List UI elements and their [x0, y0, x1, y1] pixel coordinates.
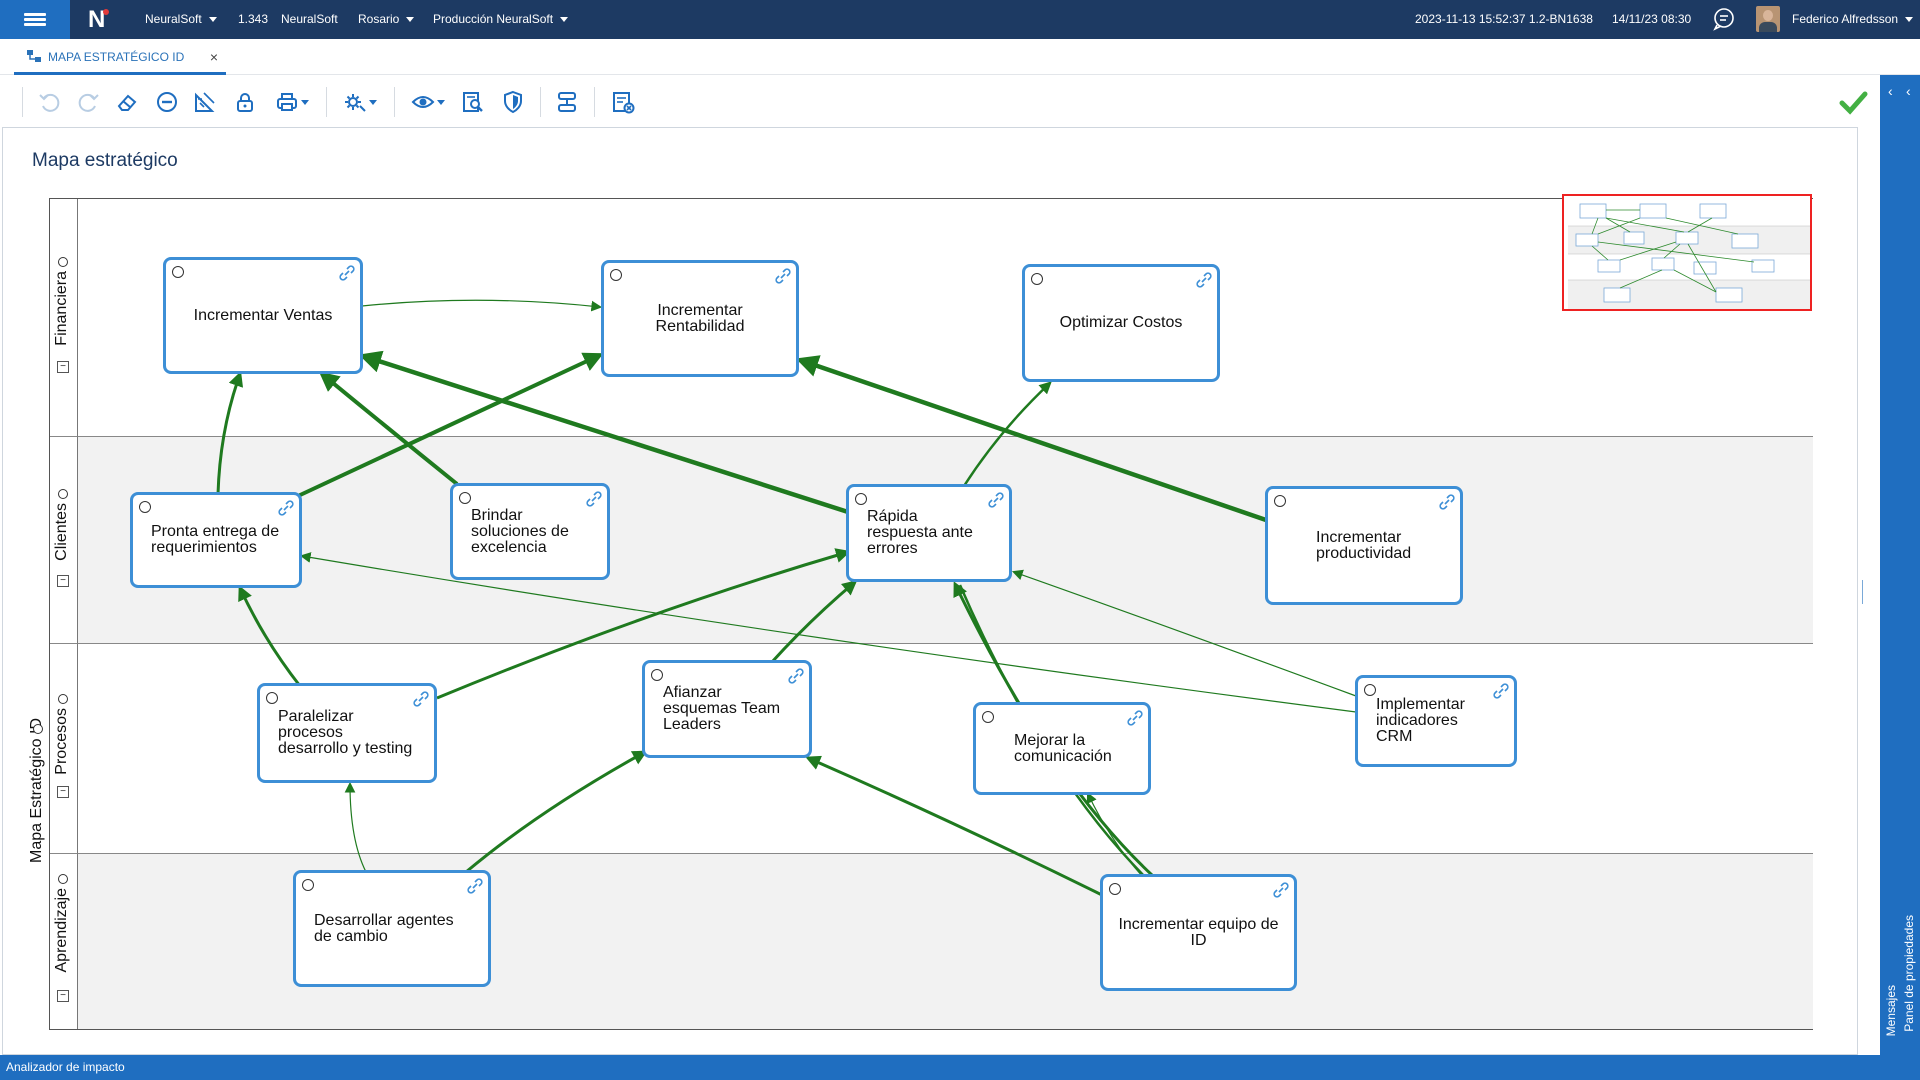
connector[interactable] — [361, 299, 603, 312]
node-circle[interactable] — [302, 879, 314, 891]
node-pronta-entrega[interactable]: Pronta entrega de requerimientos — [130, 492, 302, 588]
node-desarrollar-agentes[interactable]: Desarrollar agentes de cambio — [293, 870, 491, 987]
connector[interactable] — [465, 750, 648, 874]
node-circle[interactable] — [139, 501, 151, 513]
connector[interactable] — [297, 352, 604, 498]
node-incrementar-ventas[interactable]: Incrementar Ventas — [163, 257, 363, 374]
link-icon[interactable] — [775, 268, 791, 284]
link-icon[interactable] — [1273, 882, 1289, 898]
node-paralelizar-procesos[interactable]: Paralelizar procesos desarrollo y testin… — [257, 683, 437, 783]
node-circle[interactable] — [1109, 883, 1121, 895]
link-icon[interactable] — [586, 491, 602, 507]
connector[interactable] — [216, 371, 244, 495]
impact-analyzer-button[interactable]: Analizador de impacto — [6, 1060, 125, 1074]
status-bar: Analizador de impacto — [0, 1055, 1920, 1080]
node-circle[interactable] — [1031, 273, 1043, 285]
link-icon[interactable] — [1439, 494, 1455, 510]
node-rapida-respuesta[interactable]: Rápida respuesta ante errores — [846, 484, 1012, 582]
node-optimizar-costos[interactable]: Optimizar Costos — [1022, 264, 1220, 382]
link-icon[interactable] — [413, 691, 429, 707]
link-icon[interactable] — [467, 878, 483, 894]
connector[interactable] — [318, 371, 459, 486]
node-implementar-indicadores[interactable]: Implementar indicadores CRM — [1355, 675, 1517, 767]
minimap-preview — [1568, 203, 1810, 309]
node-circle[interactable] — [982, 711, 994, 723]
node-circle[interactable] — [266, 692, 278, 704]
node-incrementar-productividad[interactable]: Incrementar productividad — [1265, 486, 1463, 605]
node-brindar-soluciones[interactable]: Brindar soluciones de excelencia — [450, 483, 610, 580]
link-icon[interactable] — [278, 500, 294, 516]
node-circle[interactable] — [651, 669, 663, 681]
node-afianzar-esquemas[interactable]: Afianzar esquemas Team Leaders — [642, 660, 812, 758]
node-circle[interactable] — [610, 269, 622, 281]
node-circle[interactable] — [1364, 684, 1376, 696]
connector[interactable] — [238, 585, 302, 687]
node-circle[interactable] — [459, 492, 471, 504]
connector[interactable] — [770, 580, 858, 664]
link-icon[interactable] — [1196, 272, 1212, 288]
node-incrementar-equipo[interactable]: Incrementar equipo de ID — [1100, 874, 1297, 991]
link-icon[interactable] — [988, 492, 1004, 508]
connector[interactable] — [962, 381, 1052, 487]
connector[interactable] — [344, 781, 367, 873]
minimap[interactable] — [1562, 194, 1812, 311]
node-mejorar-comunicacion[interactable]: Mejorar la comunicación — [973, 702, 1151, 795]
node-circle[interactable] — [172, 266, 184, 278]
link-icon[interactable] — [339, 265, 355, 281]
node-circle[interactable] — [1274, 495, 1286, 507]
link-icon[interactable] — [788, 668, 804, 684]
node-incrementar-rentabilidad[interactable]: Incrementar Rentabilidad — [601, 260, 799, 377]
node-circle[interactable] — [855, 493, 867, 505]
link-icon[interactable] — [1127, 710, 1143, 726]
